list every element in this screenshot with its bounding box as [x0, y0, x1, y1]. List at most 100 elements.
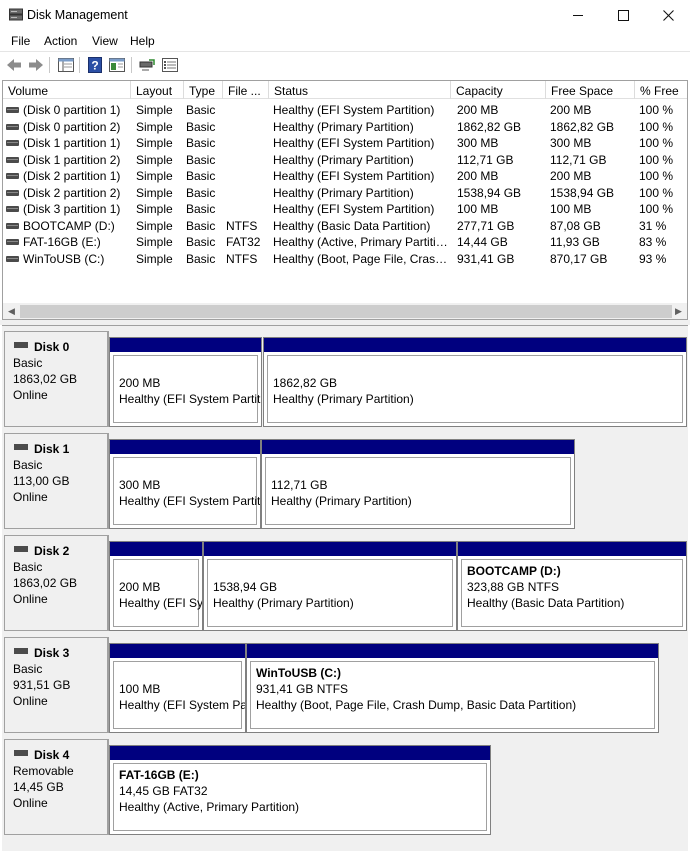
column-header[interactable]: Status — [269, 81, 451, 99]
horizontal-scrollbar[interactable]: ◀ ▶ — [3, 303, 687, 319]
disk-size: 931,51 GB — [13, 678, 71, 692]
partition-body: BOOTCAMP (D:) 323,88 GB NTFS Healthy (Basi… — [461, 559, 683, 627]
partition-header-bar — [247, 644, 658, 658]
partition-block[interactable]: 200 MB Healthy (EFI System Partitic — [109, 337, 262, 427]
volume-list-header: Volume Layout Type File ... Status Capacity Fr… — [3, 81, 687, 99]
partition-size: 323,88 GB NTFS — [467, 580, 560, 594]
partition-body: 100 MB Healthy (EFI System Par — [113, 661, 245, 729]
help-icon[interactable]: ? — [86, 56, 104, 74]
disk-label[interactable]: Disk 4 Removable 14,45 GB Online — [4, 739, 109, 835]
disk-icon — [14, 648, 28, 654]
table-row[interactable]: (Disk 2 partition 2) Simple Basic Healthy (… — [3, 185, 687, 202]
partition-block[interactable]: BOOTCAMP (D:) 323,88 GB NTFS Healthy (Basi… — [457, 541, 687, 631]
disk-name: Disk 2 — [34, 544, 70, 558]
scrollbar-thumb[interactable] — [20, 305, 672, 318]
partition-size: 931,41 GB NTFS — [256, 682, 349, 696]
partition-block[interactable]: 300 MB Healthy (EFI System Partitic — [109, 439, 261, 529]
table-cell: Basic — [186, 169, 216, 183]
disk-label[interactable]: Disk 0 Basic 1863,02 GB Online — [4, 331, 109, 427]
connect-icon[interactable] — [138, 56, 156, 74]
table-cell — [226, 135, 267, 151]
table-row[interactable]: (Disk 0 partition 2) Simple Basic Healthy (… — [3, 119, 687, 136]
column-header[interactable]: Capacity — [451, 81, 546, 99]
partition-header-bar — [204, 542, 456, 556]
scroll-right-icon[interactable]: ▶ — [670, 303, 687, 319]
minimize-button[interactable] — [555, 0, 601, 30]
table-cell: (Disk 1 partition 1) — [23, 136, 121, 150]
column-header[interactable]: Volume — [3, 81, 131, 99]
table-cell: 83 % — [639, 235, 667, 249]
disk-type: Basic — [13, 662, 43, 676]
partition-block[interactable]: 100 MB Healthy (EFI System Par — [109, 643, 246, 733]
disk-type: Basic — [13, 458, 43, 472]
table-cell: Simple — [136, 119, 173, 134]
table-row[interactable]: (Disk 2 partition 1) Simple Basic Healthy (… — [3, 168, 687, 185]
close-button[interactable] — [645, 0, 690, 30]
table-cell: Healthy (Primary Partition) — [273, 119, 414, 134]
partition-block[interactable]: 1862,82 GB Healthy (Primary Partition) — [263, 337, 687, 427]
table-cell: 100 % — [639, 136, 674, 150]
table-cell: Simple — [136, 185, 173, 200]
table-cell: Simple — [136, 251, 173, 266]
table-cell: Healthy (Active, Primary Partitio... — [273, 235, 449, 249]
menu-file[interactable]: File — [11, 31, 30, 48]
partition-block[interactable]: 200 MB Healthy (EFI Sy: — [109, 541, 203, 631]
maximize-button[interactable] — [600, 0, 646, 30]
back-arrow-icon[interactable] — [5, 56, 23, 74]
partition-block[interactable]: 112,71 GB Healthy (Primary Partition) — [261, 439, 575, 529]
column-header[interactable]: File ... — [223, 81, 269, 99]
table-row[interactable]: (Disk 0 partition 1) Simple Basic Healthy (… — [3, 102, 687, 119]
disk-row: Disk 1 Basic 113,00 GB Online 300 MB Healthy … — [2, 433, 688, 529]
menu-help[interactable]: Help — [130, 31, 155, 48]
disk-label[interactable]: Disk 2 Basic 1863,02 GB Online — [4, 535, 109, 631]
list-view-icon[interactable] — [161, 56, 179, 74]
column-header[interactable]: Free Space — [546, 81, 635, 99]
menu-bar: File Action View Help — [0, 31, 690, 51]
table-row[interactable]: BOOTCAMP (D:) Simple Basic NTFS Healthy (Bas… — [3, 218, 687, 235]
window-title: Disk Management — [27, 8, 128, 22]
partition-block[interactable]: FAT-16GB (E:) 14,45 GB FAT32 Healthy (Acti… — [109, 745, 491, 835]
menu-action[interactable]: Action — [44, 31, 77, 48]
toolbar-separator — [49, 57, 50, 73]
partition-size: 300 MB — [119, 478, 161, 492]
table-row[interactable]: WinToUSB (C:) Simple Basic NTFS Healthy (Boo… — [3, 251, 687, 268]
table-cell: 870,17 GB — [550, 251, 608, 266]
menu-view[interactable]: View — [92, 31, 118, 48]
toolbar: ? — [0, 51, 690, 78]
disk-label[interactable]: Disk 1 Basic 113,00 GB Online — [4, 433, 109, 529]
table-cell: 1862,82 GB — [457, 119, 522, 134]
forward-arrow-icon[interactable] — [27, 56, 45, 74]
partition-block[interactable]: WinToUSB (C:) 931,41 GB NTFS Healthy (Boot… — [246, 643, 659, 733]
disk-name: Disk 3 — [34, 646, 70, 660]
partition-block[interactable]: 1538,94 GB Healthy (Primary Partition) — [203, 541, 457, 631]
volume-icon — [6, 222, 19, 229]
disk-label[interactable]: Disk 3 Basic 931,51 GB Online — [4, 637, 109, 733]
column-header[interactable]: Type — [184, 81, 223, 99]
svg-text:?: ? — [91, 59, 98, 73]
console-tree-icon[interactable] — [57, 56, 75, 74]
column-header[interactable]: % Free — [635, 81, 687, 99]
disk-state: Online — [13, 388, 48, 402]
scroll-left-icon[interactable]: ◀ — [3, 303, 20, 319]
table-cell: 100 % — [639, 103, 674, 117]
table-cell: 112,71 GB — [457, 152, 514, 167]
partition-title: BOOTCAMP (D:) — [467, 564, 561, 578]
table-row[interactable]: (Disk 1 partition 2) Simple Basic Healthy (… — [3, 152, 687, 169]
partition-header-bar — [262, 440, 574, 454]
disk-row: Disk 2 Basic 1863,02 GB Online 200 MB Healthy… — [2, 535, 688, 631]
volume-list[interactable]: Volume Layout Type File ... Status Capacity Fr… — [2, 80, 688, 320]
table-row[interactable]: (Disk 3 partition 1) Simple Basic Healthy (… — [3, 201, 687, 218]
table-row[interactable]: FAT-16GB (E:) Simple Basic FAT32 Healthy (Ac… — [3, 234, 687, 251]
table-cell: (Disk 2 partition 2) — [23, 185, 121, 200]
table-cell: 1538,94 GB — [550, 185, 615, 200]
table-cell: (Disk 2 partition 1) — [23, 169, 121, 183]
partition-header-bar — [264, 338, 686, 352]
partition-size: 112,71 GB — [271, 478, 328, 492]
table-cell: 200 MB — [550, 103, 592, 117]
table-row[interactable]: (Disk 1 partition 1) Simple Basic Healthy (… — [3, 135, 687, 152]
disk-size: 1863,02 GB — [13, 576, 78, 590]
partition-size: 100 MB — [119, 682, 161, 696]
table-cell: 93 % — [639, 251, 667, 266]
show-hide-pane-icon[interactable] — [108, 56, 126, 74]
column-header[interactable]: Layout — [131, 81, 184, 99]
